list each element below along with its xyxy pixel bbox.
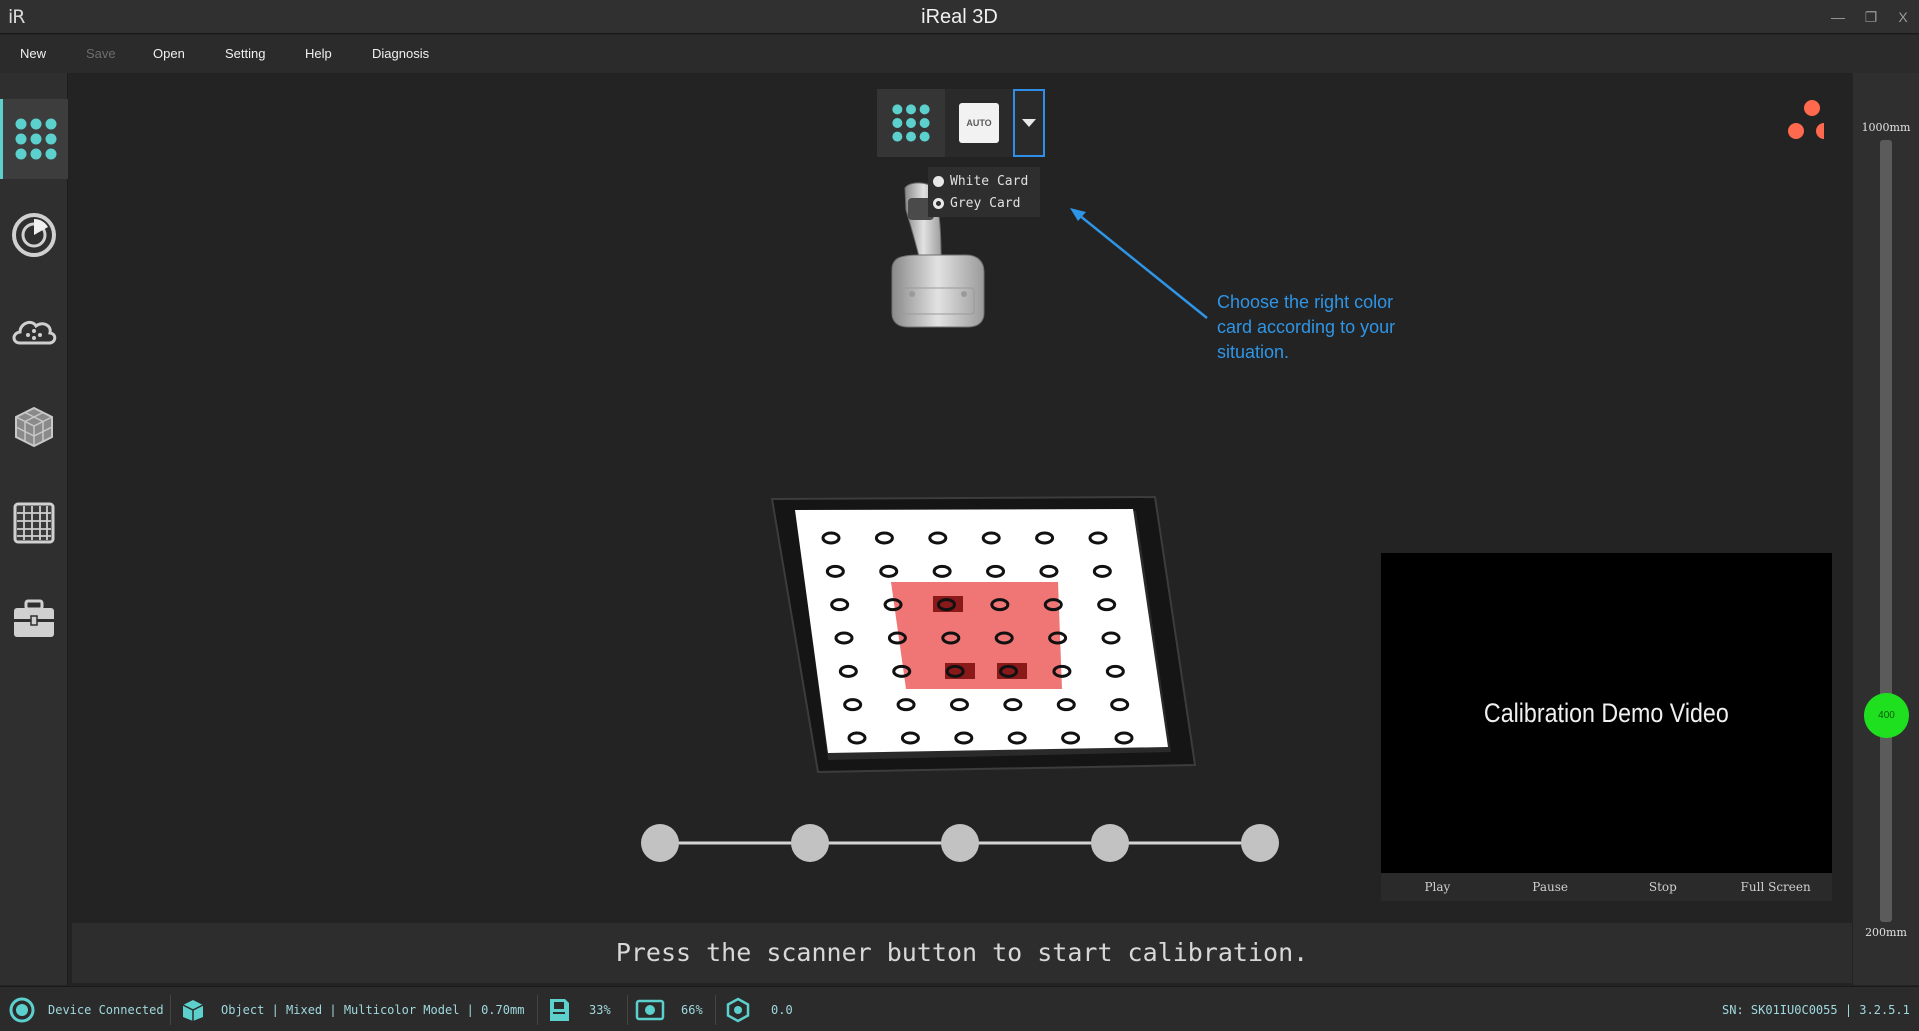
white-card-option[interactable]: White Card [933,170,1035,192]
calibration-progress [641,824,1279,862]
color-card-menu: White Card Grey Card [928,167,1040,217]
divider [715,995,716,1025]
title-bar: iR iReal 3D — ❐ X [0,0,1919,34]
grey-card-radio[interactable] [933,197,944,209]
grey-card-label: Grey Card [950,195,1021,211]
pause-button[interactable]: Pause [1494,873,1607,901]
left-toolbar [0,73,68,985]
video-title: Calibration Demo Video [1484,697,1729,728]
memory-status: 66% [635,987,703,1031]
divider [170,995,171,1025]
object-mode-icon [182,999,204,1021]
distance-min-label: 200mm [1865,926,1907,939]
serial-label: SN: SK01IU0C0055 | 3.2.5.1 [1722,1002,1910,1017]
progress-step-3 [941,824,979,862]
menu-setting[interactable]: Setting [225,46,265,61]
hexagon-icon [726,997,750,1022]
auto-color-card-button[interactable]: AUTO [945,89,1013,157]
restore-button[interactable]: ❐ [1857,6,1885,28]
scan-mode-label: Object | Mixed | Multicolor Model | 0.70… [221,1002,525,1017]
white-card-radio[interactable] [933,175,944,187]
storage-label: 33% [589,1002,611,1017]
divider [627,995,628,1025]
minimize-button[interactable]: — [1824,6,1852,28]
distance-slider-knob[interactable]: 400 [1864,693,1909,738]
calibration-grid-icon [892,104,930,142]
divider [537,995,538,1025]
fullscreen-button[interactable]: Full Screen [1719,873,1832,901]
tool-point-cloud[interactable] [0,291,68,371]
texture-grid-icon [13,502,55,544]
menu-bar: New Save Open Setting Help Diagnosis [0,35,1919,73]
play-button[interactable]: Play [1381,873,1494,901]
video-screen[interactable]: Calibration Demo Video [1381,553,1832,873]
window-title: iReal 3D [921,6,998,28]
status-bar: Device Connected Object | Mixed | Multic… [0,986,1919,1031]
color-card-dropdown-button[interactable] [1013,89,1045,157]
scan-mode-status: Object | Mixed | Multicolor Model | 0.70… [180,987,524,1031]
tool-texture[interactable] [0,483,68,563]
calibration-board [770,495,1197,774]
mesh-cube-icon [15,406,53,448]
tool-mesh[interactable] [0,387,68,467]
device-status: Device Connected [8,987,164,1031]
tool-toolbox[interactable] [0,579,68,659]
device-connected-icon [9,997,35,1022]
serial-number: SN: SK01IU0C0055 | 3.2.5.1 [1722,987,1910,1031]
toolbox-icon [14,599,54,637]
demo-video-panel: Calibration Demo Video Play Pause Stop F… [1381,553,1832,901]
auto-label: AUTO [959,103,999,143]
progress-step-1 [641,824,679,862]
point-cloud-icon [12,320,57,345]
marker-value: 0.0 [771,1002,793,1017]
callout-text: Choose the right color card according to… [1217,292,1396,362]
menu-new[interactable]: New [20,46,46,61]
callout-arrow [1070,208,1208,319]
stop-button[interactable]: Stop [1607,873,1720,901]
white-card-label: White Card [950,173,1029,189]
storage-status: 33% [547,987,611,1031]
marker-status: 0.0 [725,987,793,1031]
tool-calibration[interactable] [0,99,68,179]
scan-target-icon [12,213,56,257]
progress-step-2 [791,824,829,862]
menu-open[interactable]: Open [153,46,185,61]
distance-slider-track[interactable] [1880,140,1892,922]
grey-card-option[interactable]: Grey Card [933,192,1035,214]
progress-step-4 [1091,824,1129,862]
calibration-mode-button[interactable] [877,89,945,157]
brand-dots-icon [1788,100,1824,139]
menu-help[interactable]: Help [305,46,332,61]
progress-step-5 [1241,824,1279,862]
menu-save[interactable]: Save [86,46,116,61]
calibration-grid-icon [15,118,56,160]
calibration-hint: Press the scanner button to start calibr… [72,923,1852,983]
chevron-down-icon [1022,119,1036,127]
calibration-mode-controls: AUTO [877,89,1045,157]
menu-diagnosis[interactable]: Diagnosis [372,46,429,61]
device-status-label: Device Connected [48,1002,164,1017]
memory-icon [635,999,665,1020]
memory-label: 66% [681,1002,703,1017]
video-controls: Play Pause Stop Full Screen [1381,873,1832,901]
storage-card-icon [550,998,569,1021]
close-button[interactable]: X [1889,6,1917,28]
distance-max-label: 1000mm [1861,121,1911,134]
tool-scan[interactable] [0,195,68,275]
